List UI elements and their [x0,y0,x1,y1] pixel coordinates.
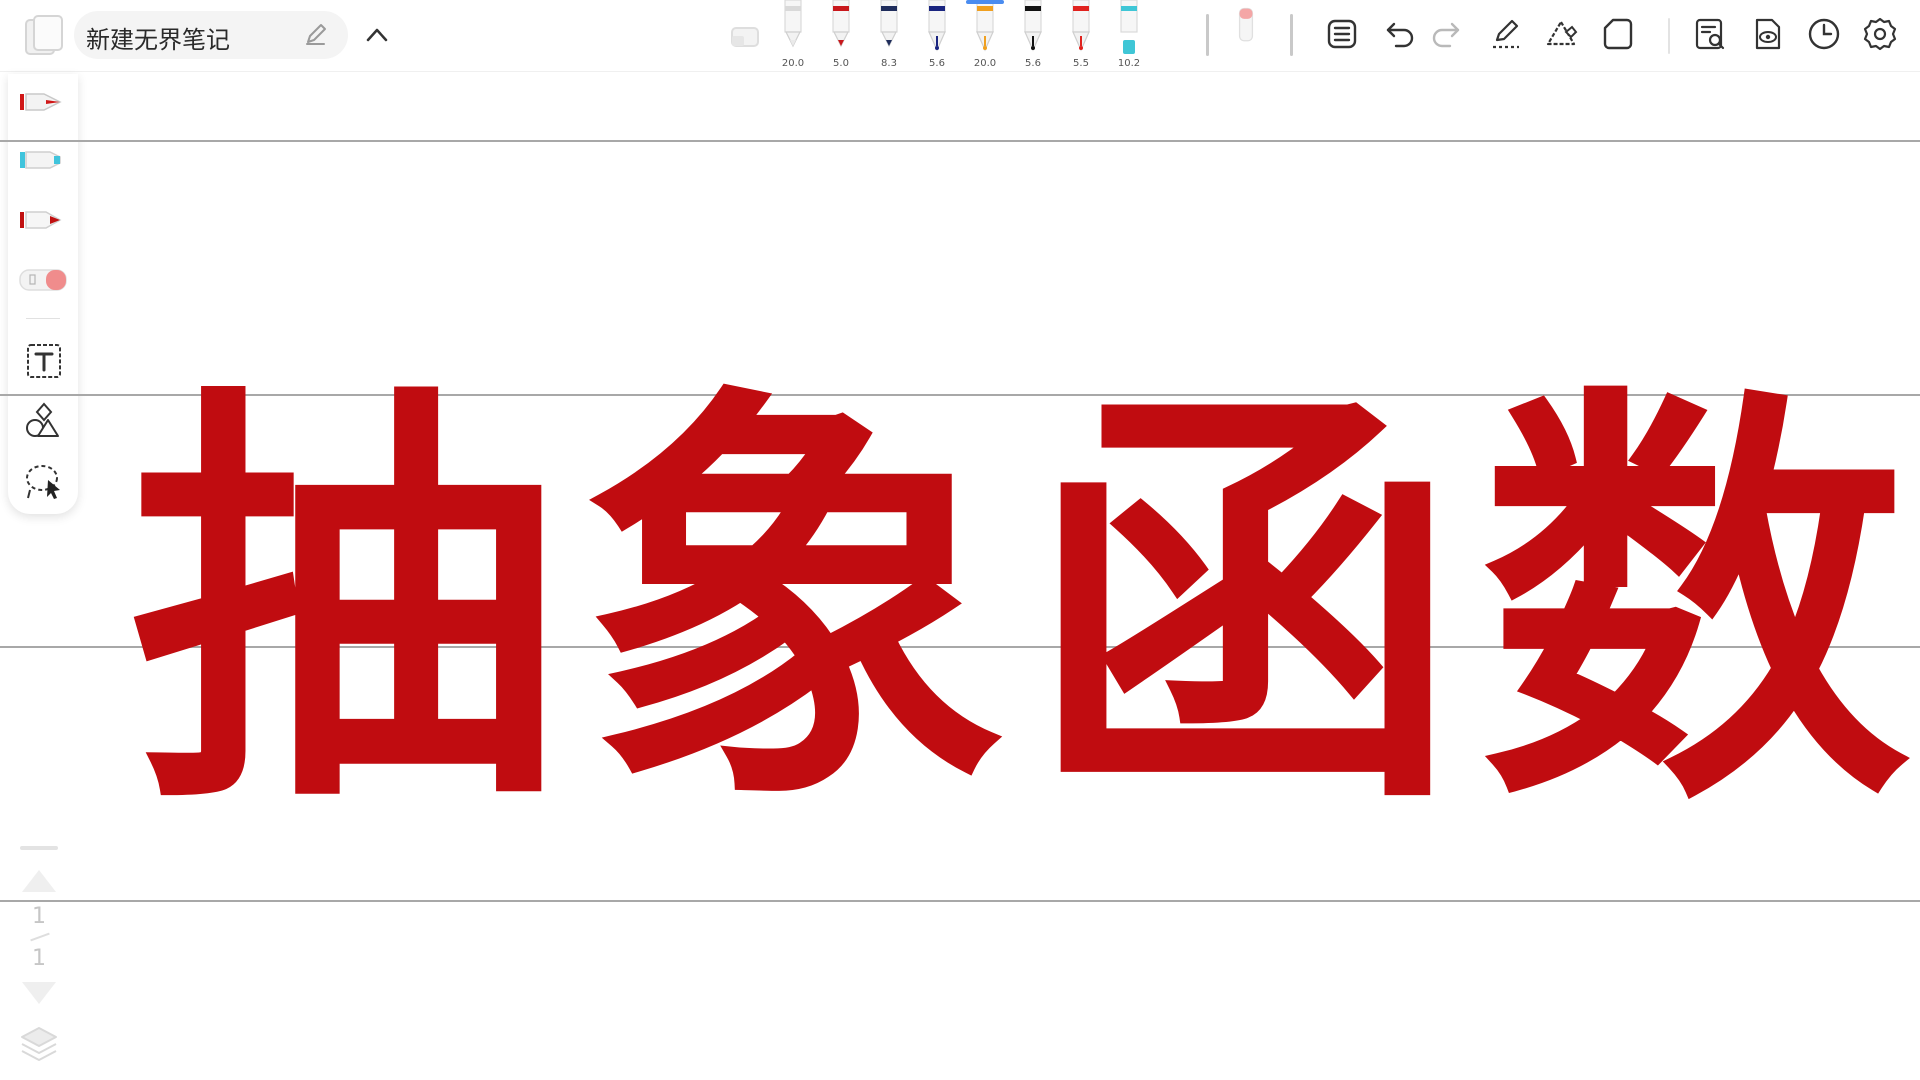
pen-size-label: 5.6 [1025,58,1041,69]
pen-settings-icon[interactable] [1488,16,1524,52]
search-note-icon[interactable] [1692,16,1728,52]
preview-icon[interactable] [1748,16,1784,52]
pen-size-label: 20.0 [781,58,805,69]
toolbar-divider [1290,14,1293,56]
redo-icon[interactable] [1428,16,1464,52]
list-icon[interactable] [1324,16,1360,52]
pen-swatch-black-fountain-pen[interactable] [1016,0,1050,62]
top-toolbar: 新建无界笔记 20.0 5.0 8.3 5.6 20.0 5.6 5.5 10.2 [0,0,1920,72]
collapse-chevron-up-icon[interactable] [360,18,394,52]
next-page-triangle-icon[interactable] [20,978,58,1008]
shape-recognize-icon[interactable] [1544,16,1580,52]
eraser-icon[interactable] [726,18,762,54]
page-divider-slash [30,932,50,942]
ruled-line [0,140,1920,142]
page-navigator-handle[interactable] [20,846,58,850]
red-fountain-pen-icon [1072,0,1090,52]
pen-swatch-white-pen[interactable] [776,0,810,62]
pen-size-label: 8.3 [881,58,897,69]
layers-icon[interactable] [18,1022,60,1066]
orange-fountain-pen-icon [976,0,994,52]
navy-fountain-pen-icon [928,0,946,52]
pen-swatch-orange-fountain-pen[interactable] [968,0,1002,62]
text-tool-icon[interactable] [16,340,70,384]
shapes-tool-icon[interactable] [16,400,70,444]
toolbar-divider [1206,14,1209,56]
ruled-line [0,900,1920,902]
red-fountain-pen-tool-icon[interactable] [16,80,70,124]
pen-size-label: 5.0 [833,58,849,69]
current-page-number: 1 [32,904,46,929]
settings-icon[interactable] [1862,16,1898,52]
handwritten-heading[interactable]: 抽象函数 [130,376,1910,836]
undo-icon[interactable] [1382,16,1418,52]
eraser-tool-icon[interactable] [1228,6,1264,62]
cyan-marker-icon [1120,0,1138,54]
pen-size-label: 10.2 [1117,58,1141,69]
pen-size-label: 5.5 [1073,58,1089,69]
page-icon[interactable] [1600,16,1636,52]
pen-swatch-cyan-marker[interactable] [1112,0,1146,62]
document-thumbnail-icon[interactable] [22,14,64,60]
pen-swatch-red-ballpoint[interactable] [824,0,858,62]
navy-ballpoint-icon [880,0,898,48]
previous-page-triangle-icon[interactable] [20,866,58,896]
pen-swatch-navy-fountain-pen[interactable] [920,0,954,62]
red-ballpoint-icon [832,0,850,48]
document-title[interactable]: 新建无界笔记 [86,20,230,55]
black-fountain-pen-icon [1024,0,1042,52]
toolbar-divider [1668,18,1670,54]
history-icon[interactable] [1806,16,1842,52]
pen-size-label: 20.0 [973,58,997,69]
pen-swatch-red-fountain-pen[interactable] [1064,0,1098,62]
pen-swatch-navy-ballpoint[interactable] [872,0,906,62]
selected-pen-indicator [966,0,1004,4]
eraser-tool-icon[interactable] [16,258,70,302]
pen-size-label: 5.6 [929,58,945,69]
cyan-marker-tool-icon[interactable] [16,138,70,182]
edit-title-icon[interactable] [302,20,330,48]
total-page-number: 1 [32,946,46,971]
lasso-select-tool-icon[interactable] [16,460,70,504]
tool-separator [26,318,60,319]
red-pen-tool-icon[interactable] [16,198,70,242]
white-pen-icon [784,0,802,48]
